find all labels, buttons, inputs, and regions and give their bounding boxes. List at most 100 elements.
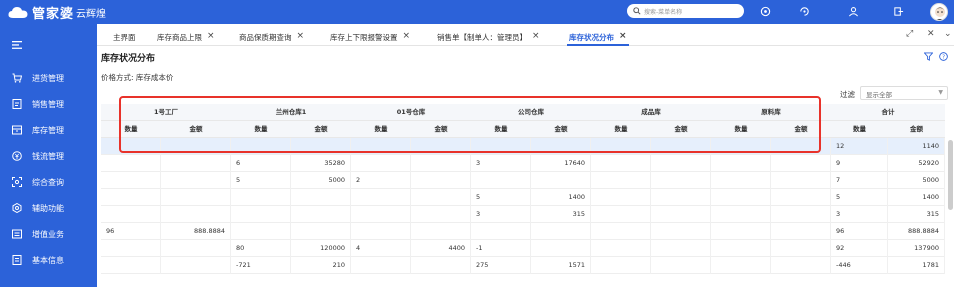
table-cell	[471, 138, 531, 155]
table-cell: 3	[471, 206, 531, 223]
sidebar-item-inventory[interactable]: 库存管理	[0, 117, 97, 143]
amount-header-cell[interactable]: 金额	[411, 121, 471, 138]
tab-shelf-life-query[interactable]: 商品保质期查询 ×	[239, 32, 304, 46]
tab-stock-upper-limit[interactable]: 库存商品上限 ×	[157, 32, 215, 46]
table-cell	[161, 189, 231, 206]
group-header-cell: 1号工厂	[153, 108, 179, 116]
table-cell	[711, 138, 771, 155]
table-cell	[531, 172, 591, 189]
qty-header-cell[interactable]: 数量	[471, 121, 531, 138]
chevron-down-icon[interactable]: ⌄	[944, 29, 952, 39]
table-cell	[711, 189, 771, 206]
table-cell	[651, 172, 711, 189]
menu-toggle-icon[interactable]	[12, 41, 22, 49]
amount-header-cell[interactable]: 金额	[291, 121, 351, 138]
sidebar-item-label: 基本信息	[32, 255, 64, 265]
table-row[interactable]: 80 120000 4 4400 -1 92 137900	[101, 240, 945, 257]
table-row[interactable]: 3 315 3 315	[101, 206, 945, 223]
qty-header-cell[interactable]: 数量	[831, 121, 888, 138]
filter-select[interactable]: 显示全部 ▼	[860, 86, 948, 100]
table-cell: 888.8884	[161, 223, 231, 240]
amount-header-cell[interactable]: 金额	[531, 121, 591, 138]
sidebar-item-assist[interactable]: 辅助功能	[0, 195, 97, 221]
qty-header-cell[interactable]: 数量	[591, 121, 651, 138]
table-cell: 5	[231, 172, 291, 189]
table-row[interactable]: 96 888.8884 96 888.8884	[101, 223, 945, 240]
sidebar-item-label: 综合查询	[32, 177, 64, 187]
table-row[interactable]: 12 1140	[101, 138, 945, 155]
tab-stock-alarm-settings[interactable]: 库存上下限报警设置 ×	[330, 32, 410, 46]
close-icon[interactable]: ×	[297, 32, 305, 41]
group-header-cell: 原料库	[761, 108, 781, 116]
table-cell	[411, 223, 471, 240]
table-row[interactable]: -721 210 275 1571 -446 1781	[101, 257, 945, 274]
refresh-icon[interactable]	[799, 6, 810, 17]
table-cell	[351, 223, 411, 240]
qty-header-cell[interactable]: 数量	[101, 121, 161, 138]
avatar[interactable]	[930, 3, 948, 21]
close-icon[interactable]: ×	[532, 32, 540, 41]
table-cell: 5	[471, 189, 531, 206]
table-cell	[351, 155, 411, 172]
sidebar: 进货管理 销售管理 库存管理 钱流管理 综合查询 辅助功能 增值业务 基本信息	[0, 24, 97, 287]
table-cell	[351, 189, 411, 206]
sidebar-item-value-added[interactable]: 增值业务	[0, 221, 97, 247]
amount-header-cell[interactable]: 金额	[771, 121, 831, 138]
sidebar-item-basic-info[interactable]: 基本信息	[0, 247, 97, 273]
filter-label: 过滤	[840, 90, 855, 99]
qty-header-cell[interactable]: 数量	[711, 121, 771, 138]
top-bar: 管家婆 云辉煌 搜索-菜单名称	[0, 0, 954, 24]
tab-stock-distribution[interactable]: 库存状况分布 ×	[567, 32, 629, 46]
table-cell: -446	[831, 257, 888, 274]
sidebar-item-cashflow[interactable]: 钱流管理	[0, 143, 97, 169]
table-cell	[101, 189, 161, 206]
table-cell	[531, 138, 591, 155]
app-brand-sub: 云辉煌	[76, 8, 107, 20]
globe-icon[interactable]	[760, 6, 771, 17]
sidebar-item-label: 辅助功能	[32, 203, 64, 213]
menu-search-input[interactable]: 搜索-菜单名称	[627, 4, 744, 18]
table-cell: 3	[471, 155, 531, 172]
table-cell: 120000	[291, 240, 351, 257]
gear-icon	[12, 203, 22, 213]
close-icon[interactable]: ×	[207, 32, 215, 41]
table-cell	[161, 240, 231, 257]
table-cell	[351, 257, 411, 274]
tab-label: 销售单【制单人：管理员】	[437, 33, 527, 42]
close-window-icon[interactable]: ✕	[927, 29, 935, 39]
table-cell	[411, 206, 471, 223]
tab-sales-order[interactable]: 销售单【制单人：管理员】 ×	[437, 32, 540, 46]
vertical-scrollbar[interactable]	[948, 140, 953, 210]
table-cell: 210	[291, 257, 351, 274]
sidebar-item-sales[interactable]: 销售管理	[0, 91, 97, 117]
logout-icon[interactable]	[893, 6, 904, 17]
amount-header-cell[interactable]: 金额	[651, 121, 711, 138]
qty-header-cell[interactable]: 数量	[231, 121, 291, 138]
amount-header-cell[interactable]: 金额	[888, 121, 945, 138]
table-cell	[771, 257, 831, 274]
help-icon[interactable]: ?	[939, 52, 948, 61]
sidebar-item-purchase[interactable]: 进货管理	[0, 65, 97, 91]
filter-icon[interactable]	[924, 52, 933, 61]
table-cell	[591, 206, 651, 223]
sidebar-item-query[interactable]: 综合查询	[0, 169, 97, 195]
close-icon[interactable]: ×	[619, 32, 627, 41]
qty-header-cell[interactable]: 数量	[351, 121, 411, 138]
amount-header-cell[interactable]: 金额	[161, 121, 231, 138]
close-icon[interactable]: ×	[403, 32, 411, 41]
table-cell	[351, 206, 411, 223]
user-switch-icon[interactable]	[848, 6, 859, 17]
search-placeholder: 搜索-菜单名称	[644, 8, 683, 16]
tab-label: 库存上下限报警设置	[330, 33, 398, 42]
table-row[interactable]: 5 5000 2 7 5000	[101, 172, 945, 189]
tab-home[interactable]: 主界面	[113, 32, 136, 46]
fullscreen-icon[interactable]: ⤢	[906, 29, 913, 39]
table-cell: 1140	[888, 138, 945, 155]
table-cell	[161, 172, 231, 189]
info-doc-icon	[12, 255, 22, 265]
table-cell: 3	[831, 206, 888, 223]
table-cell	[591, 155, 651, 172]
table-row[interactable]: 5 1400 5 1400	[101, 189, 945, 206]
table-cell	[591, 223, 651, 240]
table-row[interactable]: 6 35280 3 17640 9 52920	[101, 155, 945, 172]
